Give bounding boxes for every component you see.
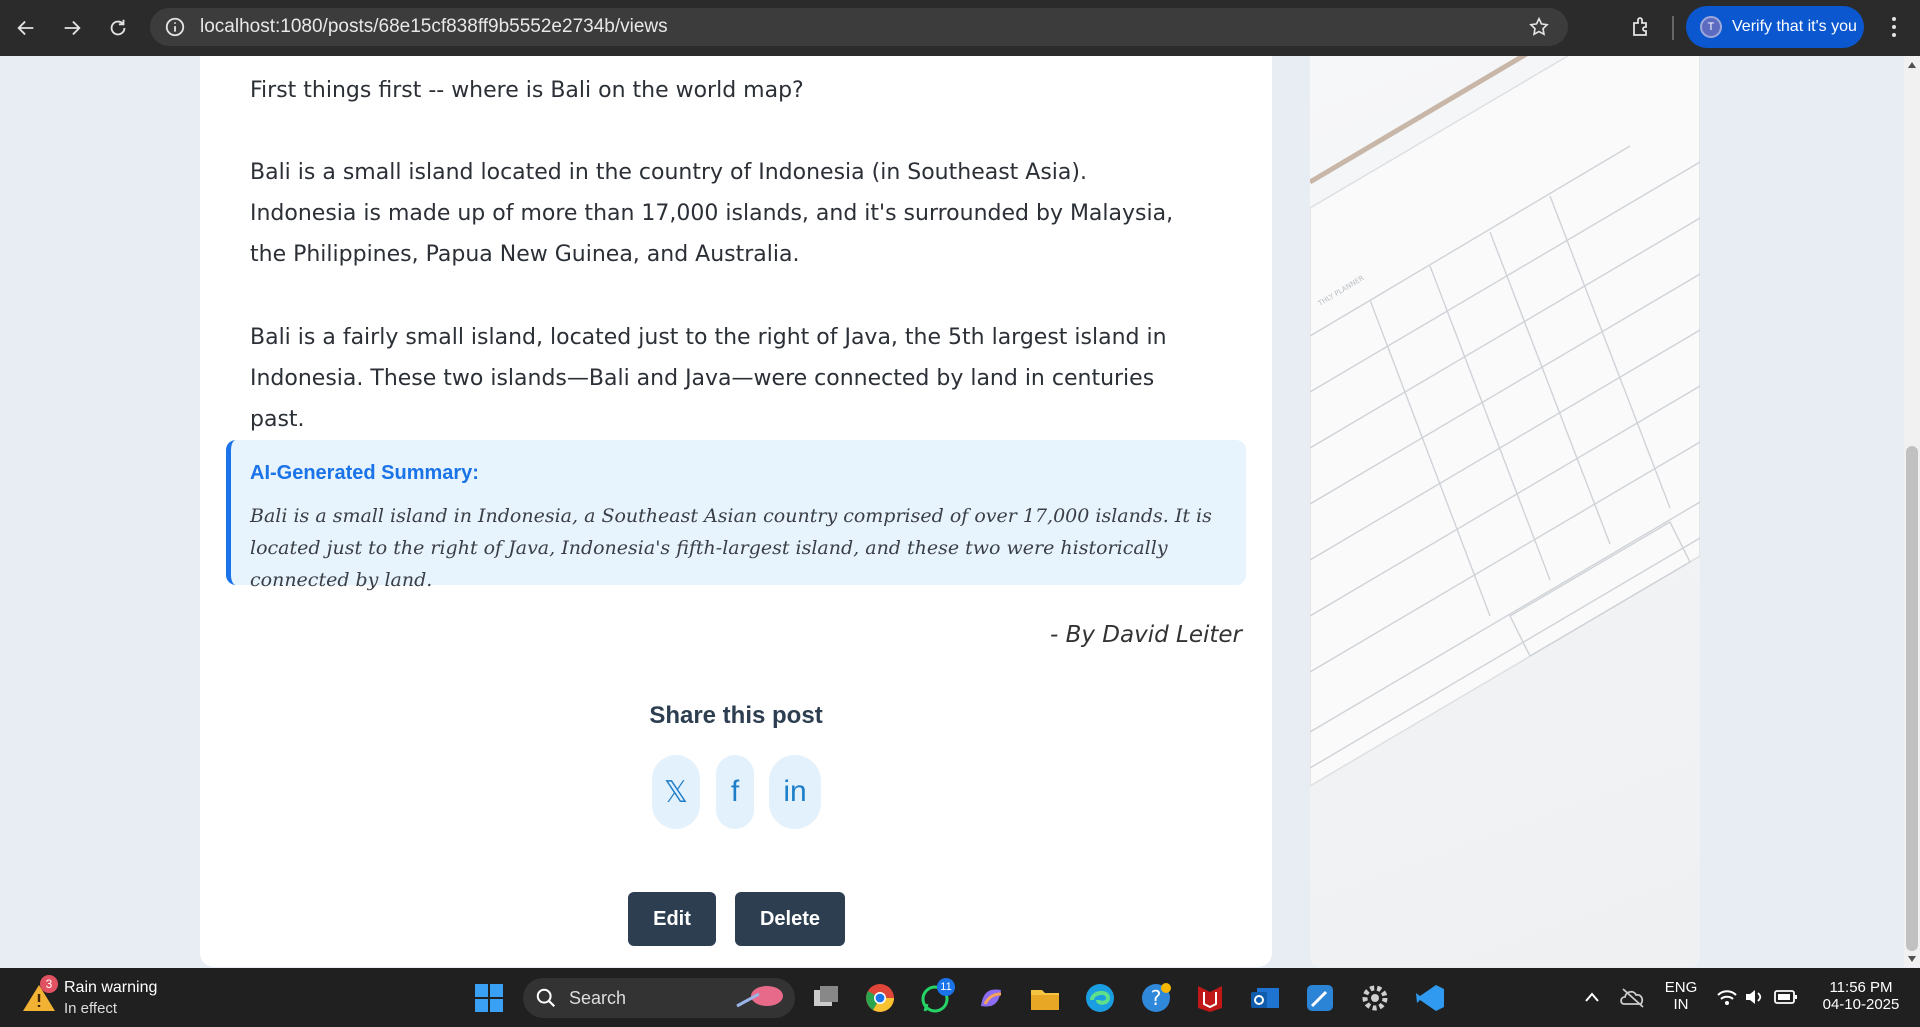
browser-menu-icon[interactable] (1882, 14, 1906, 40)
help-icon[interactable]: ? (1140, 982, 1172, 1014)
paint-icon[interactable] (1304, 982, 1336, 1014)
share-linkedin-button[interactable]: in (769, 755, 821, 829)
post-paragraph: Bali is a small island located in the co… (250, 160, 1174, 267)
weather-alert-badge: 3 (40, 975, 58, 993)
clock-time: 11:56 PM (1829, 979, 1893, 996)
site-info-icon[interactable] (164, 16, 186, 38)
linkedin-icon: in (783, 775, 807, 808)
extensions-icon[interactable] (1630, 15, 1654, 39)
search-icon (536, 988, 556, 1008)
clock-date: 04-10-2025 (1822, 996, 1900, 1013)
summary-text: Bali is a small island in Indonesia, a S… (250, 505, 1212, 591)
address-bar[interactable]: localhost:1080/posts/68e15cf838ff9b5552e… (150, 8, 1568, 46)
chrome-icon[interactable] (864, 982, 896, 1014)
edge-icon[interactable] (1084, 982, 1116, 1014)
toolbar-divider (1672, 16, 1674, 40)
windows-start-icon[interactable] (473, 982, 505, 1014)
taskbar-search[interactable]: Search (523, 978, 795, 1018)
weather-widget[interactable]: 3 Rain warning In effect (22, 975, 182, 1019)
share-x-button[interactable]: 𝕏 (652, 755, 700, 829)
task-view-icon[interactable] (810, 982, 842, 1014)
reload-icon (110, 19, 126, 36)
windows-taskbar: 3 Rain warning In effect Search 11 ? ENG… (0, 968, 1920, 1027)
weather-subtitle: In effect (64, 1000, 118, 1017)
volume-icon[interactable] (1744, 988, 1766, 1006)
share-facebook-button[interactable]: f (716, 755, 754, 829)
share-title: Share this post (649, 702, 823, 729)
mcafee-icon[interactable] (1194, 982, 1226, 1014)
scrollbar-thumb[interactable] (1906, 446, 1918, 951)
battery-icon[interactable] (1774, 989, 1798, 1005)
settings-gear-icon[interactable] (1359, 982, 1391, 1014)
whatsapp-badge: 11 (937, 978, 955, 996)
language-indicator[interactable]: ENG IN (1662, 979, 1700, 1013)
weather-title: Rain warning (64, 979, 158, 996)
profile-verify-label: Verify that it's you (1732, 18, 1857, 35)
scroll-up-arrow-icon[interactable] (1907, 60, 1917, 70)
forward-button[interactable] (50, 6, 94, 50)
taskbar-search-label: Search (569, 987, 627, 1008)
vscode-icon[interactable] (1414, 982, 1446, 1014)
bookmark-star-icon[interactable] (1528, 16, 1550, 38)
system-clock[interactable]: 11:56 PM 04-10-2025 (1812, 979, 1910, 1013)
post-paragraph: First things first -- where is Bali on t… (250, 78, 804, 103)
svg-text:?: ? (1151, 986, 1162, 1010)
search-highlight-icon (736, 986, 783, 1008)
summary-title: AI-Generated Summary: (250, 462, 479, 484)
author-byline: - By David Leiter (1049, 622, 1242, 648)
planner-illustration: THLY PLANNER (1310, 56, 1700, 787)
reload-button[interactable] (96, 6, 140, 50)
ai-summary-box: AI-Generated Summary: Bali is a small is… (226, 440, 1246, 591)
x-icon: 𝕏 (663, 775, 689, 809)
file-explorer-icon[interactable] (1029, 982, 1061, 1014)
language-line1: ENG (1664, 979, 1698, 996)
profile-verify-button[interactable]: T Verify that it's you (1686, 6, 1864, 48)
sidebar-planner-image: THLY PLANNER (1310, 56, 1700, 967)
language-line2: IN (1673, 996, 1689, 1013)
tray-overflow-chevron-icon[interactable] (1584, 990, 1600, 1004)
url-text[interactable]: localhost:1080/posts/68e15cf838ff9b5552e… (200, 16, 668, 38)
wifi-icon[interactable] (1716, 988, 1738, 1006)
onedrive-icon[interactable] (1620, 986, 1646, 1008)
copilot-icon[interactable] (975, 982, 1007, 1014)
back-button[interactable] (4, 6, 48, 50)
post-paragraph: Bali is a fairly small island, located j… (250, 325, 1167, 432)
edit-button[interactable]: Edit (628, 892, 716, 946)
post-card: First things first -- where is Bali on t… (200, 56, 1272, 967)
profile-avatar: T (1700, 16, 1722, 38)
browser-toolbar: localhost:1080/posts/68e15cf838ff9b5552e… (0, 0, 1920, 56)
scroll-down-arrow-icon[interactable] (1907, 954, 1917, 964)
outlook-icon[interactable] (1249, 982, 1281, 1014)
delete-button[interactable]: Delete (735, 892, 845, 946)
back-arrow-icon (17, 20, 34, 36)
facebook-icon: f (730, 775, 740, 808)
forward-arrow-icon (64, 20, 81, 36)
